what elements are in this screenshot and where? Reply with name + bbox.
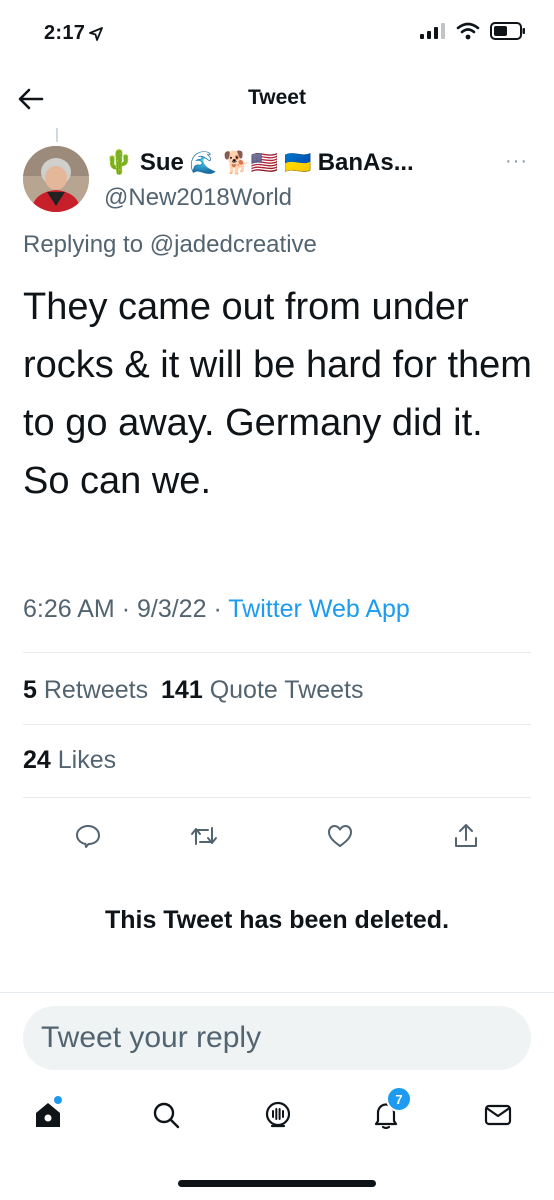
search-icon (153, 1102, 180, 1129)
home-new-dot (54, 1096, 62, 1104)
quotes-count: 141 (161, 676, 203, 704)
tab-messages[interactable] (478, 1092, 518, 1138)
replying-label: Replying to (23, 231, 144, 258)
reply-icon (76, 825, 100, 848)
divider (23, 724, 531, 725)
divider (23, 797, 531, 798)
replying-to-handle[interactable]: @jadedcreative (150, 231, 317, 258)
avatar-image (23, 146, 89, 212)
likes-count: 24 (23, 746, 51, 774)
home-indicator (178, 1180, 376, 1187)
retweet-button[interactable] (186, 818, 222, 854)
notifications-badge: 7 (386, 1086, 412, 1112)
replying-to: Replying to @jadedcreative (23, 231, 317, 259)
author-display-name: Sue (139, 148, 184, 176)
more-options-button[interactable]: ··· (505, 150, 528, 173)
share-button[interactable] (448, 818, 484, 854)
tweet-time: 6:26 AM (23, 595, 115, 623)
name-suffix-emoji: 🌊 🐕🇺🇸 🇺🇦 (189, 149, 312, 175)
deleted-tweet-notice: This Tweet has been deleted. (104, 906, 450, 934)
tweet-date: 9/3/22 (136, 595, 207, 623)
tweet-text: They came out from under rocks & it will… (23, 286, 532, 502)
divider (0, 992, 554, 993)
wifi-icon (456, 22, 480, 40)
location-arrow-icon (89, 26, 104, 41)
reply-input[interactable] (23, 1006, 531, 1070)
tab-notifications[interactable]: 7 (366, 1086, 412, 1138)
likes-stats[interactable]: 24 Likes (23, 746, 116, 775)
messages-icon (484, 1104, 512, 1126)
cellular-signal-icon (420, 23, 445, 39)
retweets-count: 5 (23, 676, 37, 704)
tweet-actions (0, 818, 554, 854)
retweet-stats[interactable]: 5 Retweets 141 Quote Tweets (23, 676, 364, 705)
divider (23, 652, 531, 653)
retweets-label: Retweets (43, 676, 149, 704)
thread-line (56, 128, 58, 142)
author-handle[interactable]: @New2018World (104, 184, 292, 212)
avatar[interactable] (23, 146, 89, 212)
nav-header: Tweet (0, 72, 554, 126)
spaces-icon (265, 1101, 291, 1128)
share-icon (455, 824, 477, 847)
likes-label: Likes (57, 746, 117, 774)
tab-search[interactable] (146, 1092, 186, 1138)
bottom-tab-bar: 7 (0, 1086, 554, 1142)
tweet-timestamp: 6:26 AM · 9/3/22 · Twitter Web App (23, 595, 410, 623)
quotes-label: Quote Tweets (209, 676, 364, 704)
status-time: 2:17 (44, 22, 104, 45)
status-bar: 2:17 (0, 0, 554, 70)
retweet-icon (191, 827, 217, 845)
tab-home[interactable] (28, 1092, 68, 1138)
name-prefix-emoji: 🌵 (104, 149, 134, 176)
reply-button[interactable] (70, 818, 106, 854)
author-name[interactable]: 🌵 Sue 🌊 🐕🇺🇸 🇺🇦 BanAs... (104, 148, 414, 177)
battery-icon (490, 22, 525, 40)
like-icon (328, 825, 352, 847)
tweet-source-link[interactable]: Twitter Web App (228, 595, 410, 623)
like-button[interactable] (322, 818, 358, 854)
page-title: Tweet (248, 86, 306, 109)
tab-spaces[interactable] (258, 1092, 298, 1138)
status-icons (420, 22, 526, 40)
author-name-tail: BanAs... (317, 148, 414, 176)
clock-time: 2:17 (44, 22, 86, 44)
